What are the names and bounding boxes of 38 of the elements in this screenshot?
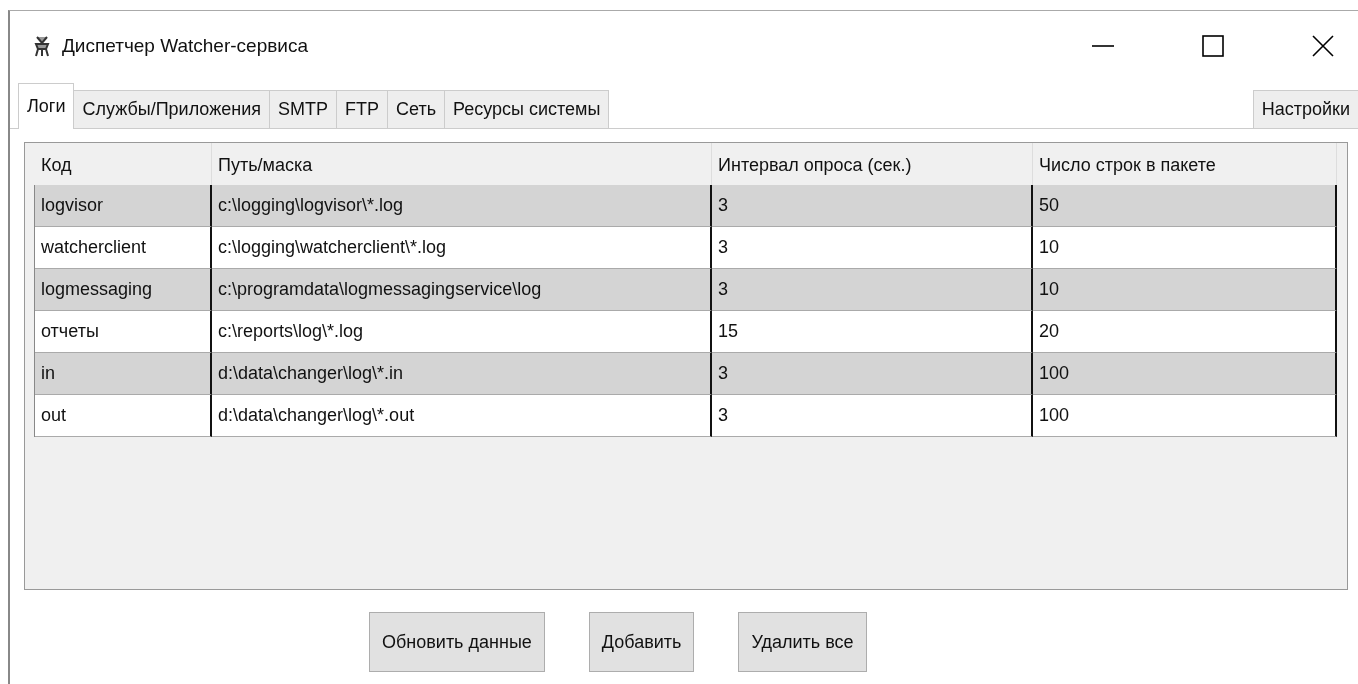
window-title: Диспетчер Watcher-сервиса	[62, 35, 308, 57]
settings-tab[interactable]: Настройки	[1252, 90, 1358, 128]
tab[interactable]: Службы/Приложения	[73, 90, 270, 128]
table-cell: in	[35, 353, 212, 395]
tab[interactable]: FTP	[336, 90, 388, 128]
table-cell: c:\logging\logvisor\*.log	[212, 185, 712, 227]
tab[interactable]: Логи	[18, 83, 75, 129]
table-cell: out	[35, 395, 212, 437]
table-cell: d:\data\changer\log\*.out	[212, 395, 712, 437]
tab[interactable]: Сеть	[387, 90, 446, 128]
table-cell: c:\logging\watcherclient\*.log	[212, 227, 712, 269]
table-cell: 3	[712, 395, 1033, 437]
tab[interactable]: Ресурсы системы	[444, 90, 610, 128]
table-cell: 3	[712, 353, 1033, 395]
table-cell: logmessaging	[35, 269, 212, 311]
table-cell: 50	[1033, 185, 1337, 227]
close-icon[interactable]	[1312, 35, 1334, 57]
delete-all-button[interactable]: Удалить все	[738, 612, 867, 672]
table-cell: 10	[1033, 269, 1337, 311]
table-cell: 20	[1033, 311, 1337, 353]
table-cell: 15	[712, 311, 1033, 353]
table-cell: 100	[1033, 353, 1337, 395]
table-cell: 10	[1033, 227, 1337, 269]
table-cell: c:\programdata\logmessagingservice\log	[212, 269, 712, 311]
table-cell: c:\reports\log\*.log	[212, 311, 712, 353]
table-cell: logvisor	[35, 185, 212, 227]
table-cell: 3	[712, 227, 1033, 269]
table-cell: watcherclient	[35, 227, 212, 269]
table-cell: отчеты	[35, 311, 212, 353]
table-cell: 3	[712, 185, 1033, 227]
refresh-button[interactable]: Обновить данные	[369, 612, 545, 672]
table-cell: 3	[712, 269, 1033, 311]
table-cell: d:\data\changer\log\*.in	[212, 353, 712, 395]
maximize-icon[interactable]	[1202, 35, 1224, 57]
table-cell: 100	[1033, 395, 1337, 437]
tab[interactable]: SMTP	[268, 90, 337, 128]
app-icon	[34, 35, 50, 57]
add-button[interactable]: Добавить	[588, 612, 695, 672]
